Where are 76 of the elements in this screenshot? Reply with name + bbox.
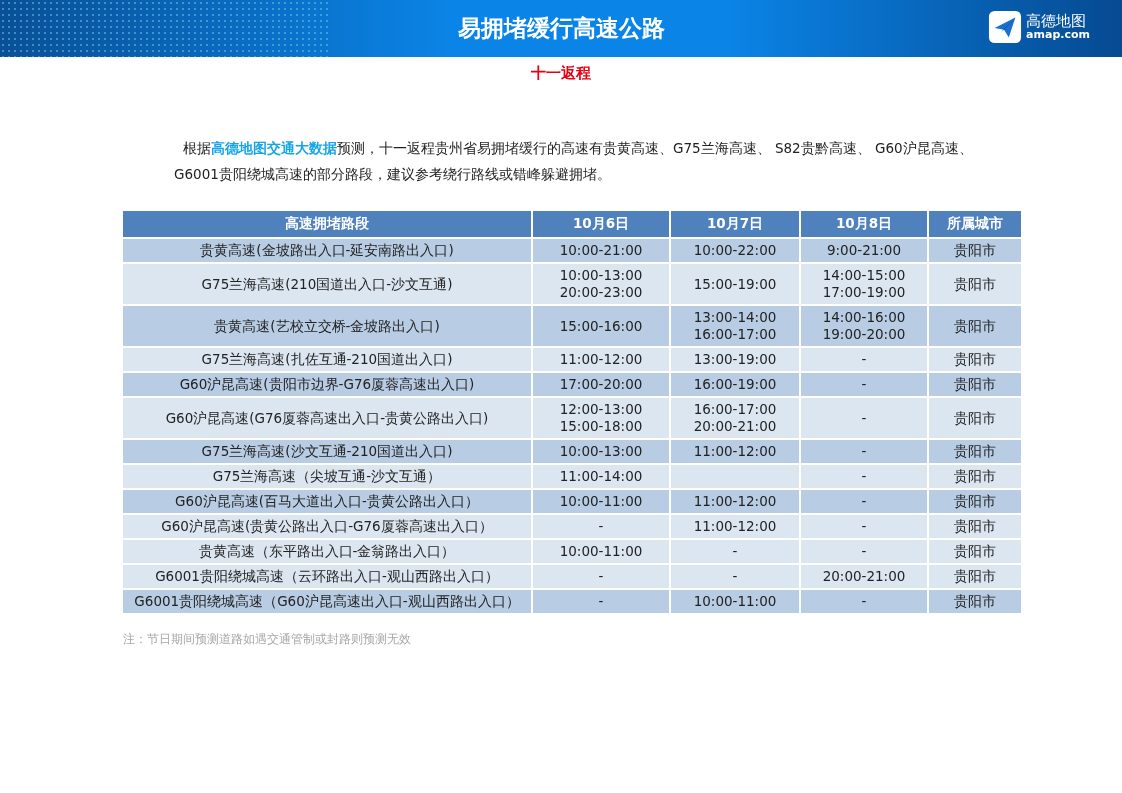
table-cell: 贵阳市 <box>928 589 1021 614</box>
table-cell: 11:00-14:00 <box>532 464 670 489</box>
table-cell: G60沪昆高速(G76厦蓉高速出入口-贵黄公路出入口) <box>123 397 532 439</box>
table-cell: 11:00-12:00 <box>670 439 800 464</box>
subtitle: 十一返程 <box>530 64 592 83</box>
table-cell: 16:00-17:00 20:00-21:00 <box>670 397 800 439</box>
table-cell: 贵黄高速(金坡路出入口-延安南路出入口) <box>123 238 532 263</box>
table-cell: 12:00-13:00 15:00-18:00 <box>532 397 670 439</box>
table-cell: - <box>800 514 928 539</box>
table-cell: 14:00-15:00 17:00-19:00 <box>800 263 928 305</box>
table-cell: 10:00-13:00 <box>532 439 670 464</box>
table-cell: 16:00-19:00 <box>670 372 800 397</box>
table-cell: 13:00-14:00 16:00-17:00 <box>670 305 800 347</box>
table-cell: 11:00-12:00 <box>532 347 670 372</box>
table-cell: G75兰海高速(210国道出入口-沙文互通) <box>123 263 532 305</box>
table-cell: - <box>800 439 928 464</box>
table-cell: - <box>532 514 670 539</box>
table-cell: G60沪昆高速(贵黄公路出入口-G76厦蓉高速出入口） <box>123 514 532 539</box>
table-cell: G6001贵阳绕城高速（G60沪昆高速出入口-观山西路出入口） <box>123 589 532 614</box>
table-cell: 贵阳市 <box>928 564 1021 589</box>
table-cell: 贵阳市 <box>928 489 1021 514</box>
table-cell: G75兰海高速(扎佐互通-210国道出入口) <box>123 347 532 372</box>
table-cell: - <box>800 539 928 564</box>
logo-domain: amap.com <box>1026 29 1090 42</box>
paper-plane-logo-icon <box>988 10 1023 44</box>
table-cell: 10:00-21:00 <box>532 238 670 263</box>
column-header: 10月6日 <box>532 211 670 238</box>
table-cell: 14:00-16:00 19:00-20:00 <box>800 305 928 347</box>
table-cell: 10:00-11:00 <box>532 489 670 514</box>
table-cell: 11:00-12:00 <box>670 489 800 514</box>
table-cell: - <box>800 489 928 514</box>
table-cell: 贵阳市 <box>928 305 1021 347</box>
table-cell: 10:00-11:00 <box>670 589 800 614</box>
table-cell: 贵阳市 <box>928 539 1021 564</box>
table-cell: 17:00-20:00 <box>532 372 670 397</box>
footnote: 注：节日期间预测道路如遇交通管制或封路则预测无效 <box>123 631 412 648</box>
table-cell: - <box>800 464 928 489</box>
table-cell: 9:00-21:00 <box>800 238 928 263</box>
table-cell: 15:00-19:00 <box>670 263 800 305</box>
table-cell: G60沪昆高速(百马大道出入口-贵黄公路出入口） <box>123 489 532 514</box>
table-cell: 贵黄高速(艺校立交桥-金坡路出入口) <box>123 305 532 347</box>
table-cell: 10:00-11:00 <box>532 539 670 564</box>
table-cell: 贵阳市 <box>928 439 1021 464</box>
table-cell: 贵阳市 <box>928 263 1021 305</box>
table-cell: 11:00-12:00 <box>670 514 800 539</box>
table-cell: 贵阳市 <box>928 397 1021 439</box>
table-cell: - <box>800 372 928 397</box>
table-cell: G75兰海高速（尖坡互通-沙文互通） <box>123 464 532 489</box>
table-cell: 10:00-13:00 20:00-23:00 <box>532 263 670 305</box>
logo-name: 高德地图 <box>1026 12 1088 30</box>
table-cell: 贵黄高速（东平路出入口-金翁路出入口） <box>123 539 532 564</box>
table-cell: G60沪昆高速(贵阳市边界-G76厦蓉高速出入口) <box>123 372 532 397</box>
table-cell: 贵阳市 <box>928 347 1021 372</box>
table-cell: 贵阳市 <box>928 514 1021 539</box>
table-cell: 10:00-22:00 <box>670 238 800 263</box>
page-title: 易拥堵缓行高速公路 <box>457 14 665 43</box>
column-header: 10月8日 <box>800 211 928 238</box>
table-cell: - <box>800 347 928 372</box>
table-cell: - <box>800 589 928 614</box>
column-header: 所属城市 <box>928 211 1021 238</box>
table-cell: 贵阳市 <box>928 464 1021 489</box>
table-cell: 20:00-21:00 <box>800 564 928 589</box>
table-cell: 15:00-16:00 <box>532 305 670 347</box>
table-cell: - <box>800 397 928 439</box>
table-cell: G6001贵阳绕城高速（云环路出入口-观山西路出入口） <box>123 564 532 589</box>
table-cell: 13:00-19:00 <box>670 347 800 372</box>
column-header: 10月7日 <box>670 211 800 238</box>
table-cell: - <box>670 539 800 564</box>
table-cell: - <box>532 589 670 614</box>
intro-paragraph: 根据高德地图交通大数据预测，十一返程贵州省易拥堵缓行的高速有贵黄高速、G75兰海高速、 S82贵黔高速、 G60沪昆高速、G6001贵阳绕城高速的部分路段，建议参考绕行路线或错峰躲避拥堵。 <box>174 139 974 184</box>
column-header: 高速拥堵路段 <box>123 211 532 238</box>
table-cell: - <box>670 564 800 589</box>
table-cell: - <box>532 564 670 589</box>
table-cell: 贵阳市 <box>928 238 1021 263</box>
table-cell: G75兰海高速(沙文互通-210国道出入口) <box>123 439 532 464</box>
table-cell: 贵阳市 <box>928 372 1021 397</box>
